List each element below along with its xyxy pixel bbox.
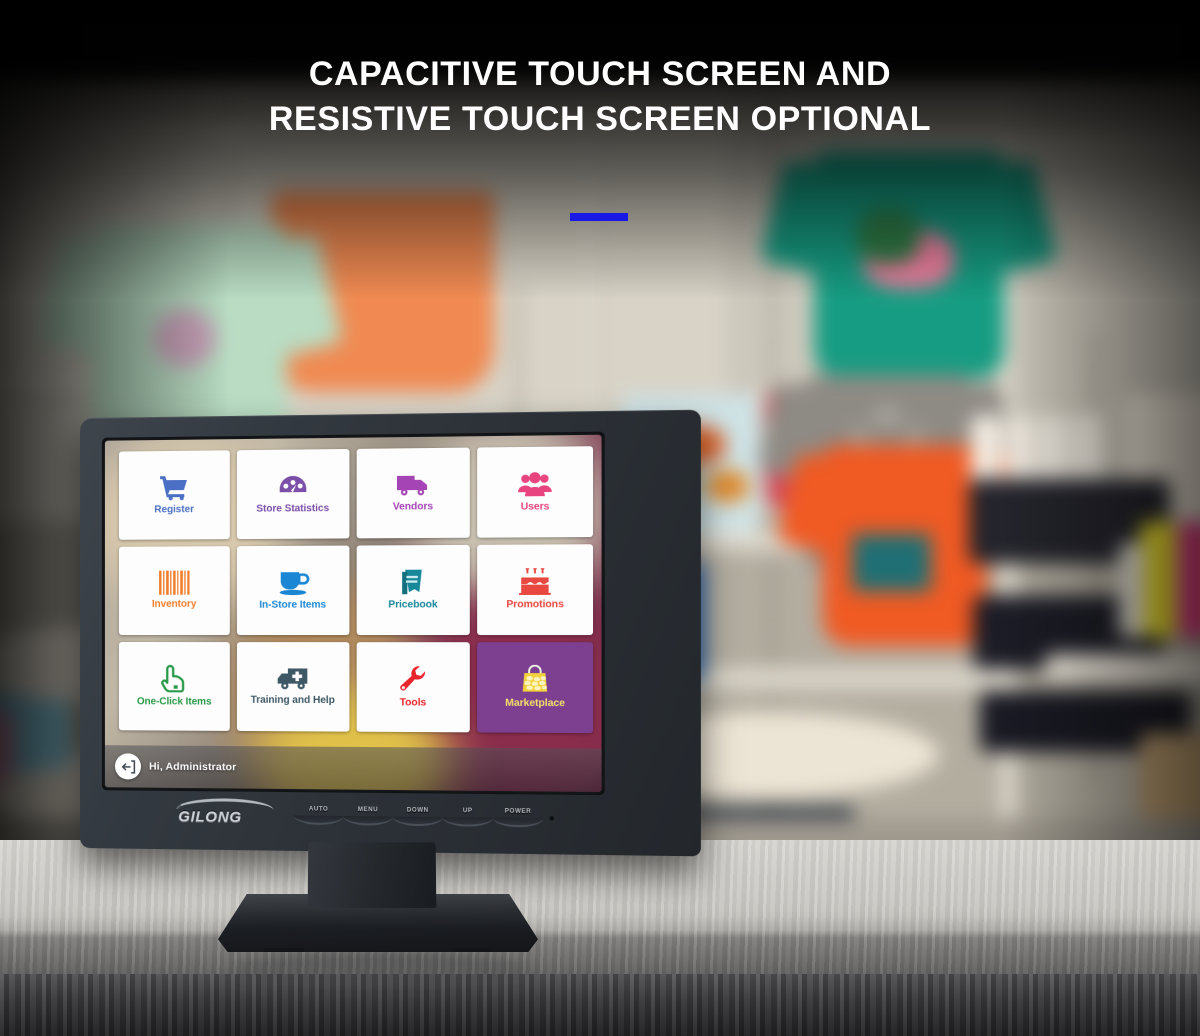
app-tile-grid: Register Store Statistics Vendors Users … — [118, 446, 594, 734]
barcode-icon — [158, 570, 190, 596]
wrench-icon — [400, 666, 426, 692]
screen-frame: Register Store Statistics Vendors Users … — [101, 431, 605, 796]
tile-tools[interactable]: Tools — [356, 642, 471, 733]
headline-line-1: Capacitive Touch Screen and — [308, 55, 892, 93]
osd-label: MENU — [357, 806, 379, 814]
pos-screen: Register Store Statistics Vendors Users … — [104, 434, 602, 793]
logout-arrow-icon — [120, 759, 135, 774]
tile-label: Inventory — [151, 599, 197, 611]
stand-reflection — [230, 952, 530, 986]
tile-register[interactable]: Register — [118, 450, 230, 540]
osd-label: POWER — [504, 808, 532, 815]
pos-taskbar: Hi, Administrator — [104, 745, 602, 793]
osd-button-row: AUTO MENU DOWN UP POWER — [294, 806, 554, 828]
osd-button-down[interactable]: DOWN — [392, 807, 443, 827]
greeting-text: Hi, Administrator — [149, 760, 237, 774]
tile-label: Tools — [399, 697, 427, 710]
osd-key[interactable] — [392, 816, 443, 827]
coffee-cup-icon — [279, 570, 309, 596]
ambulance-icon — [277, 668, 307, 690]
osd-button-menu[interactable]: MENU — [343, 807, 393, 826]
delivery-truck-icon — [397, 476, 428, 496]
monitor-neck — [307, 842, 437, 908]
tile-label: Store Statistics — [256, 503, 330, 516]
swoosh-icon — [176, 797, 274, 811]
brand-logo: GILONG — [176, 797, 274, 826]
tile-label: Promotions — [506, 599, 564, 611]
osd-key[interactable] — [294, 815, 344, 826]
power-led-icon — [549, 816, 554, 821]
shopping-bag-icon — [522, 665, 548, 693]
touch-monitor: Register Store Statistics Vendors Users … — [80, 409, 701, 986]
osd-button-power[interactable]: POWER — [492, 808, 544, 828]
tile-in-store-items[interactable]: In-Store Items — [236, 545, 349, 636]
tile-marketplace[interactable]: Marketplace — [477, 642, 594, 734]
osd-key[interactable] — [492, 817, 544, 828]
tile-label: Training and Help — [250, 695, 335, 707]
tile-label: Register — [154, 504, 194, 516]
tile-users[interactable]: Users — [477, 446, 594, 538]
tile-label: In-Store Items — [259, 599, 327, 611]
osd-button-auto[interactable]: AUTO — [294, 806, 344, 826]
tile-label: One-Click Items — [136, 696, 212, 709]
pointing-hand-icon — [161, 665, 187, 693]
tile-vendors[interactable]: Vendors — [356, 447, 471, 539]
headline-line-2: Resistive Touch Screen Optional — [268, 99, 932, 138]
osd-label: AUTO — [308, 806, 329, 813]
tile-label: Pricebook — [388, 599, 438, 611]
book-icon — [402, 570, 423, 595]
accent-bar — [570, 213, 628, 221]
monitor-bezel: Register Store Statistics Vendors Users … — [80, 409, 701, 857]
tile-promotions[interactable]: Promotions — [477, 544, 594, 636]
shopping-cart-icon — [159, 476, 187, 501]
tile-one-click-items[interactable]: One-Click Items — [118, 642, 230, 731]
osd-key[interactable] — [343, 815, 393, 826]
birthday-cake-icon — [519, 568, 551, 596]
osd-key[interactable] — [442, 817, 493, 827]
users-group-icon — [518, 472, 552, 497]
osd-label: DOWN — [406, 807, 429, 814]
tile-label: Marketplace — [505, 698, 565, 710]
osd-button-up[interactable]: UP — [442, 808, 493, 827]
tile-label: Vendors — [392, 501, 434, 514]
logout-button[interactable] — [114, 753, 141, 780]
tile-inventory[interactable]: Inventory — [118, 546, 230, 636]
bottom-vignette — [0, 916, 1200, 1036]
tile-label: Users — [520, 501, 550, 513]
gauge-icon — [279, 476, 306, 493]
brand-name: GILONG — [178, 808, 242, 826]
page-title: Capacitive Touch Screen and Resistive To… — [0, 52, 1200, 142]
tile-store-statistics[interactable]: Store Statistics — [236, 448, 349, 540]
tile-pricebook[interactable]: Pricebook — [356, 544, 471, 636]
osd-label: UP — [462, 808, 473, 815]
tile-training-and-help[interactable]: Training and Help — [236, 642, 349, 732]
monitor-chin: GILONG AUTO MENU DOWN UP POWER — [102, 796, 605, 836]
